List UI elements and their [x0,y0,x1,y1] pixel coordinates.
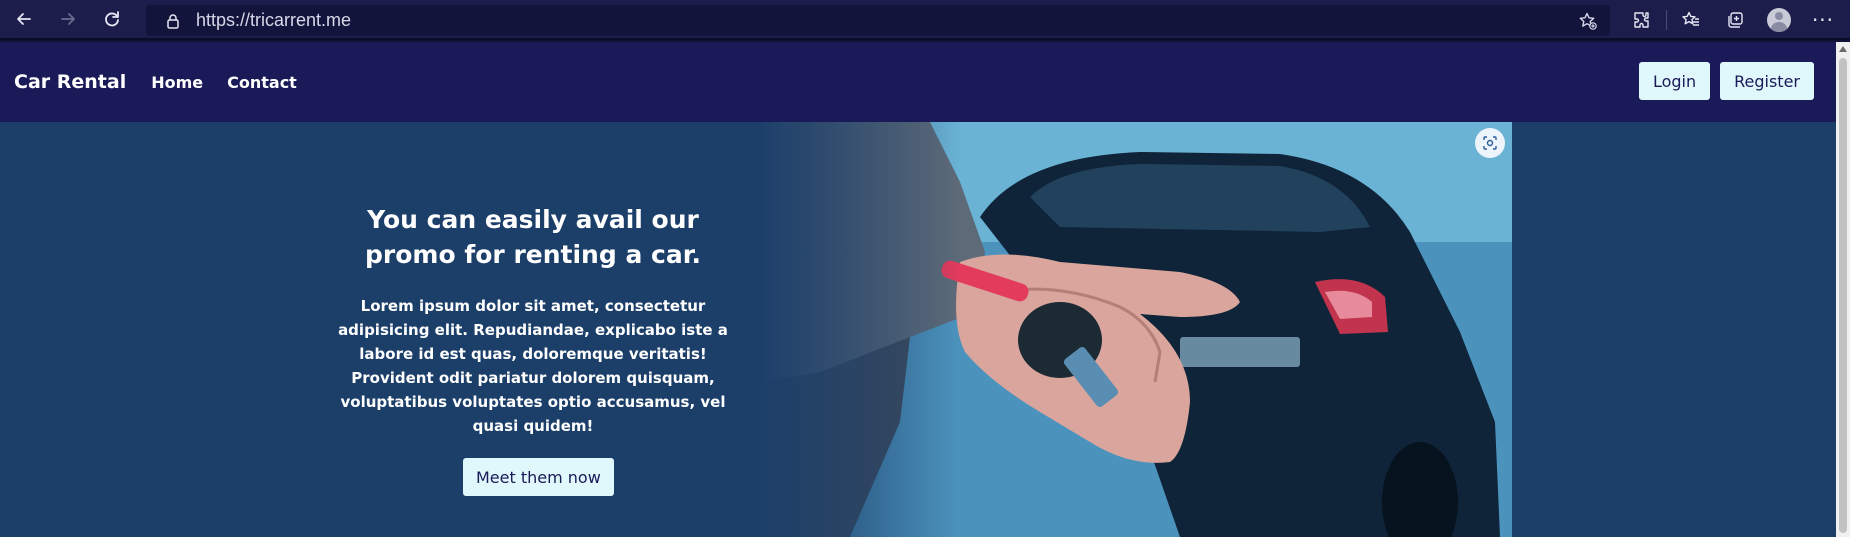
collections-icon [1728,12,1743,28]
favorites-icon [1682,11,1699,26]
more-icon: ··· [1811,8,1835,32]
hero-section: You can easily avail our promo for renti… [0,122,1836,537]
browser-tools: ··· [1620,0,1845,40]
scroll-thumb[interactable] [1839,58,1847,533]
refresh-icon [105,11,119,27]
hero-copy: You can easily avail our promo for renti… [318,202,748,438]
profile-button[interactable] [1757,0,1801,40]
back-button[interactable] [4,0,44,39]
extensions-icon [1634,12,1649,28]
collections-button[interactable] [1713,0,1757,40]
extensions-button[interactable] [1620,0,1664,40]
brand-logo[interactable]: Car Rental [14,71,126,93]
nav-link-home[interactable]: Home [151,73,203,92]
lock-icon[interactable] [164,12,182,30]
favorites-button[interactable] [1669,0,1713,40]
profile-icon [1767,8,1791,32]
page-scrollbar[interactable] [1836,42,1850,537]
nav-link-contact[interactable]: Contact [227,73,297,92]
auth-buttons: Login Register [1638,62,1814,100]
refresh-button[interactable] [92,0,132,39]
more-menu-button[interactable]: ··· [1801,0,1845,40]
meet-them-now-button[interactable]: Meet them now [463,458,614,496]
back-arrow-icon [17,13,31,25]
scroll-up-arrow-icon[interactable] [1839,46,1847,52]
visual-search-button[interactable] [1475,128,1505,158]
hero-body-text: Lorem ipsum dolor sit amet, consectetur … [338,297,728,435]
register-button[interactable]: Register [1720,62,1814,100]
browser-toolbar: https://tricarrent.me ··· [0,0,1850,40]
site-navbar: Car Rental Home Contact Login Register [0,42,1836,122]
toolbar-divider [1666,10,1667,30]
forward-button[interactable] [48,0,88,39]
url-text[interactable]: https://tricarrent.me [196,10,351,31]
hero-title: You can easily avail our promo for renti… [365,205,701,269]
address-bar[interactable]: https://tricarrent.me [146,5,1610,36]
forward-arrow-icon [61,13,75,25]
add-favorite-icon[interactable] [1578,11,1598,31]
login-button[interactable]: Login [1638,62,1711,100]
hero-image-fade [760,122,960,537]
visual-search-icon [1483,136,1497,150]
